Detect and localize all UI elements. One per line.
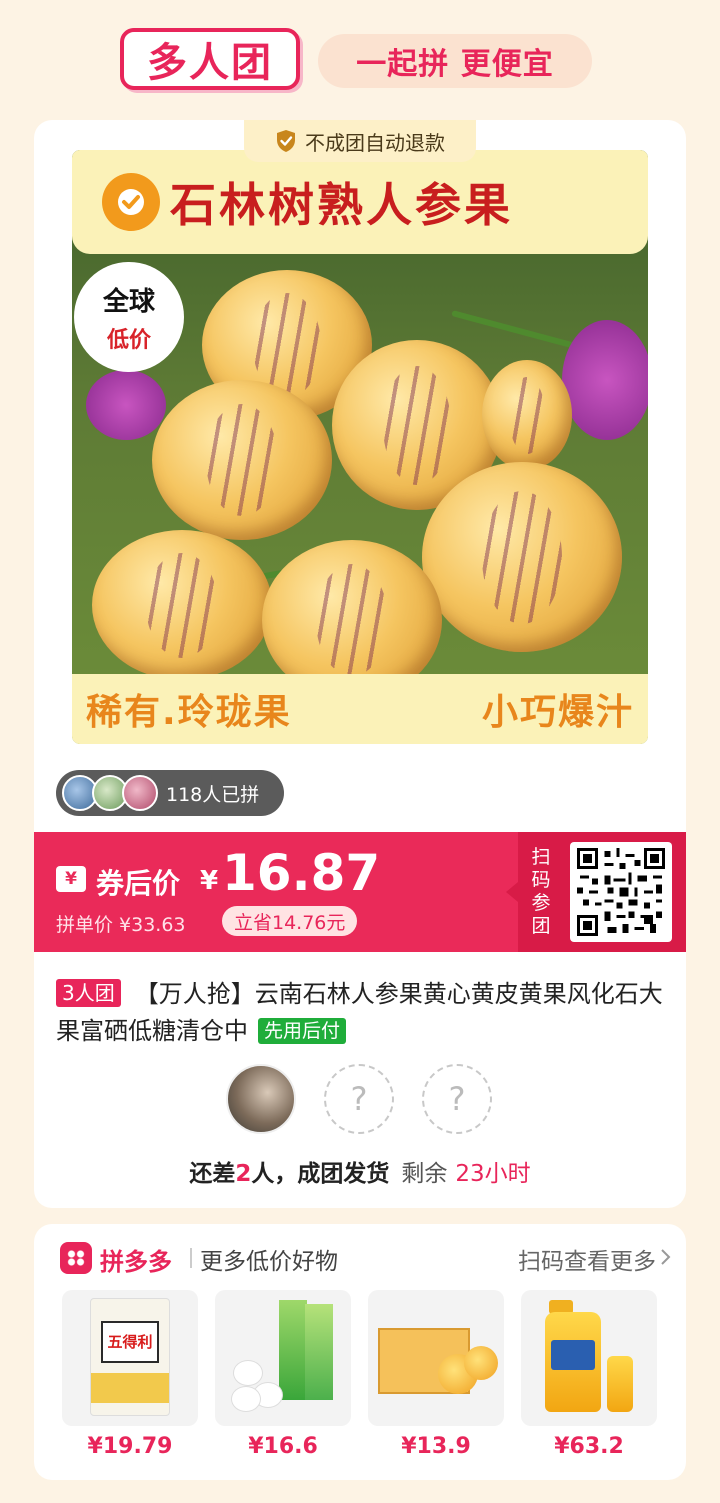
- group-size-tag: 3人团: [56, 979, 121, 1007]
- qr-code[interactable]: [570, 842, 672, 942]
- global-low-price-badge: 全球 低价: [74, 262, 184, 372]
- slogan-pill: 一起拼 更便宜: [318, 34, 592, 88]
- recommended-item-price: ¥19.79: [87, 1434, 173, 1459]
- image-title: 石林树熟人参果: [170, 178, 513, 232]
- group-buy-card: 石林树熟人参果 全球 低价 稀有.玲珑果 小巧爆汁 不成团自动退款 118人已拼…: [34, 120, 686, 1208]
- joined-count-pill: 118人已拼: [56, 770, 284, 816]
- image-title-band: 石林树熟人参果: [72, 150, 648, 254]
- flower-decoration: [86, 370, 166, 440]
- price-banner: ¥ 券后价 ¥ 16.87 拼单价 ¥33.63 立省14.76元 扫码参团: [34, 832, 686, 952]
- question-mark-icon: ?: [448, 1080, 466, 1118]
- empty-member-slot[interactable]: ?: [324, 1064, 394, 1134]
- fruit: [482, 360, 572, 470]
- pay-later-tag: 先用后付: [258, 1018, 347, 1044]
- fruit: [422, 462, 622, 652]
- after-coupon-price: 16.87: [222, 844, 381, 902]
- flower-decoration: [562, 320, 648, 440]
- recommended-item-price: ¥16.6: [248, 1434, 318, 1459]
- product-description[interactable]: 3人团 【万人抢】云南石林人参果黄心黄皮黄果风化石大果富硒低糖清仓中 先用后付: [56, 976, 666, 1050]
- status-suffix: 人，成团发货: [251, 1161, 390, 1187]
- fruit: [152, 380, 332, 540]
- fruit: [92, 530, 272, 680]
- coupon-icon: ¥: [56, 866, 86, 892]
- check-circle-icon: [102, 173, 160, 231]
- remaining-label: 剩余: [401, 1161, 448, 1187]
- badge-line-2: 低价: [106, 327, 151, 353]
- joined-count-text: 118人已拼: [166, 783, 260, 806]
- scan-to-join-panel[interactable]: 扫码参团: [506, 832, 686, 952]
- brand-badge: 多人团: [120, 28, 300, 90]
- recommended-item-price: ¥13.9: [401, 1434, 471, 1459]
- recommended-item[interactable]: [521, 1290, 657, 1426]
- oil-bottle-icon: [545, 1300, 641, 1418]
- currency-symbol: ¥: [200, 866, 219, 896]
- refund-guarantee-tag: 不成团自动退款: [244, 120, 476, 162]
- orange-box-icon: [378, 1320, 498, 1400]
- product-title: 【万人抢】云南石林人参果黄心黄皮黄果风化石大果富硒低糖清仓中: [56, 980, 663, 1045]
- flour-brand-label: 五得利: [101, 1321, 159, 1363]
- qr-code-icon: [577, 848, 665, 936]
- scan-to-join-label: 扫码参团: [531, 846, 551, 937]
- image-bottom-band: 稀有.玲珑果 小巧爆汁: [72, 674, 648, 744]
- scan-more-link[interactable]: 扫码查看更多: [518, 1242, 656, 1276]
- after-coupon-label: 券后价: [96, 867, 181, 900]
- pinduoduo-brand: 拼多多: [100, 1248, 172, 1276]
- recommended-item[interactable]: [368, 1290, 504, 1426]
- empty-member-slot[interactable]: ?: [422, 1064, 492, 1134]
- divider: [190, 1248, 192, 1268]
- group-leader-avatar: [226, 1064, 296, 1134]
- question-mark-icon: ?: [350, 1080, 368, 1118]
- remaining-time: 23小时: [455, 1161, 531, 1187]
- tissue-pack-icon: [231, 1300, 333, 1416]
- image-slogan-left: 稀有.玲珑果: [86, 692, 292, 733]
- image-slogan-right: 小巧爆汁: [481, 692, 634, 733]
- chevron-right-icon[interactable]: [660, 1248, 672, 1266]
- missing-count: 2: [235, 1161, 252, 1187]
- recommended-item[interactable]: [215, 1290, 351, 1426]
- product-image[interactable]: 石林树熟人参果 全球 低价 稀有.玲珑果 小巧爆汁: [72, 150, 648, 744]
- shield-check-icon: [277, 130, 295, 152]
- more-goods-label: 更多低价好物: [200, 1249, 338, 1275]
- savings-badge: 立省14.76元: [222, 906, 358, 936]
- recommendations-card: 拼多多 更多低价好物 扫码查看更多 五得利 ¥19.79 ¥16.6 ¥13.9: [34, 1224, 686, 1480]
- status-prefix: 还差: [189, 1161, 236, 1187]
- recommended-item-price: ¥63.2: [554, 1434, 624, 1459]
- pinduoduo-logo-icon: [60, 1242, 92, 1274]
- refund-tag-text: 不成团自动退款: [305, 130, 445, 155]
- group-status: 还差2人，成团发货 剩余 23小时: [34, 1154, 686, 1188]
- recommended-item[interactable]: 五得利: [62, 1290, 198, 1426]
- flour-bag-icon: 五得利: [90, 1298, 170, 1416]
- badge-line-1: 全球: [102, 286, 155, 317]
- group-price: 拼单价 ¥33.63: [56, 914, 186, 936]
- avatar: [122, 775, 158, 811]
